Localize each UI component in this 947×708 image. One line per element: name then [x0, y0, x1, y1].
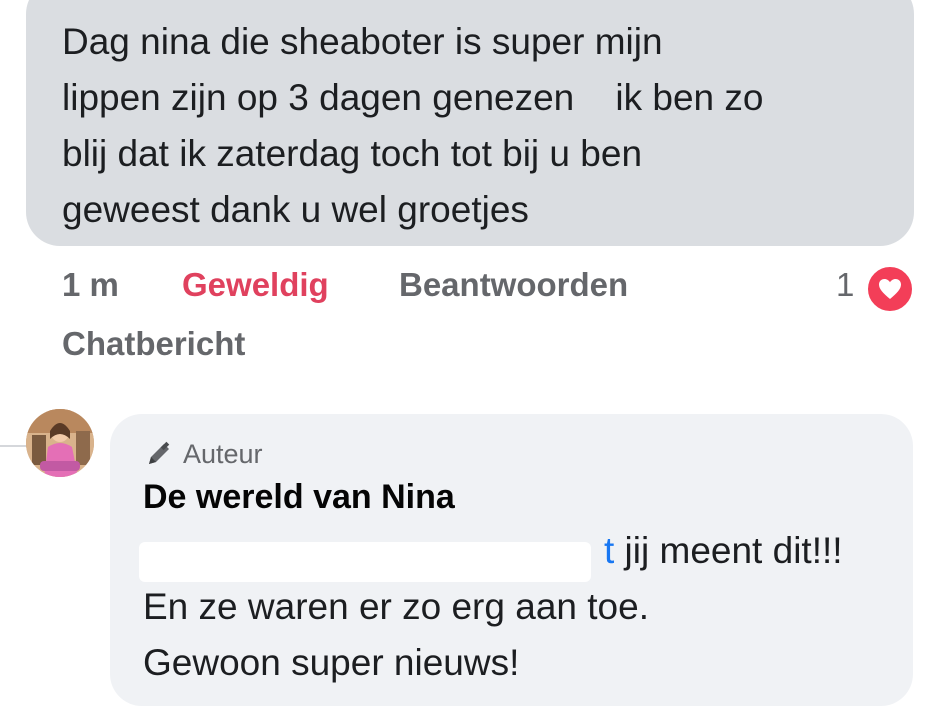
redaction: [139, 542, 591, 582]
reply-author[interactable]: De wereld van Nina: [143, 478, 455, 517]
reply-line-1-text: jij meent dit!!!: [614, 530, 843, 571]
reaction-count[interactable]: 1: [836, 266, 854, 304]
reply-line-3: Gewoon super nieuws!: [143, 642, 520, 683]
heart-icon[interactable]: [866, 265, 914, 313]
comment-line: lippen zijn op 3 dagen genezen ik ben zo: [62, 77, 764, 118]
mention-link[interactable]: [139, 530, 613, 582]
comment-text: Dag nina die sheaboter is super mijn lip…: [62, 14, 892, 238]
chat-message-button[interactable]: Chatbericht: [62, 325, 245, 363]
comment-line: Dag nina die sheaboter is super mijn: [62, 21, 663, 62]
thread-connector: [0, 445, 28, 447]
mention-suffix[interactable]: t: [604, 530, 614, 571]
reply-button[interactable]: Beantwoorden: [399, 266, 628, 304]
comment-timestamp[interactable]: 1 m: [62, 266, 119, 304]
comment-line: blij dat ik zaterdag toch tot bij u ben: [62, 133, 643, 174]
author-badge: Auteur: [143, 438, 263, 470]
reply-line-1: t jij meent dit!!!: [604, 530, 843, 572]
author-badge-label: Auteur: [183, 438, 263, 469]
avatar[interactable]: [26, 409, 94, 477]
comment-line: geweest dank u wel groetjes: [62, 189, 529, 230]
reply-line-2: En ze waren er zo erg aan toe.: [143, 586, 649, 627]
reaction-button[interactable]: Geweldig: [182, 266, 329, 304]
pencil-icon: [143, 438, 175, 470]
